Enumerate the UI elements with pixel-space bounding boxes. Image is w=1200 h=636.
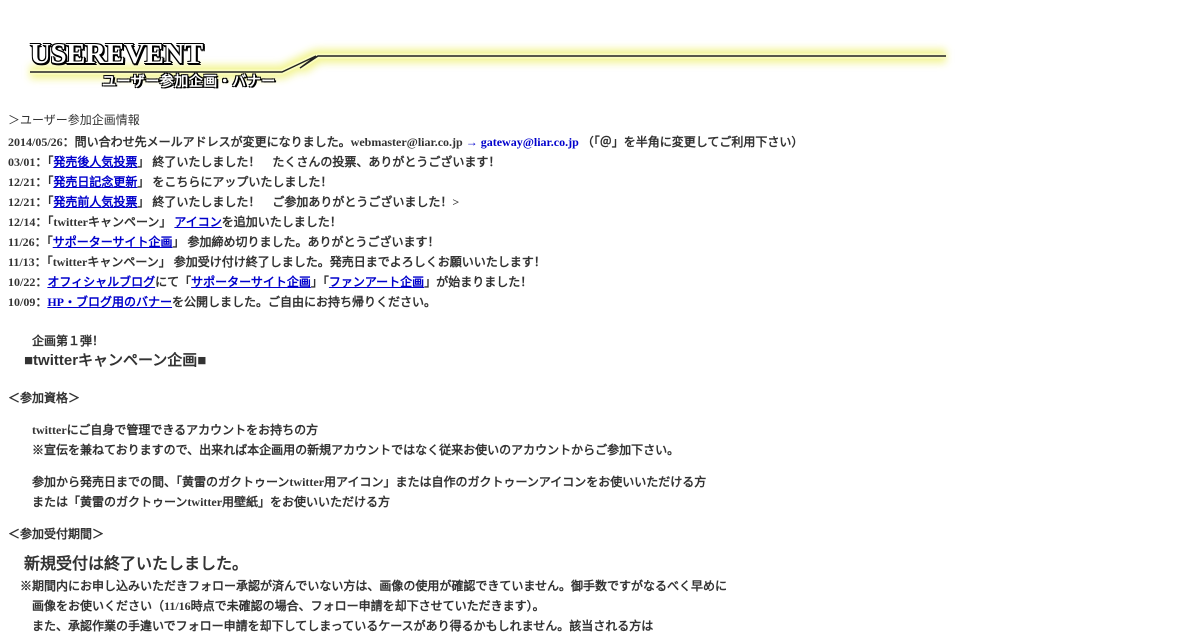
news-date: 12/21： [8, 175, 48, 189]
news-text: 」「 [310, 275, 329, 289]
news-item: 10/22：オフィシャルブログにて「サポーターサイト企画」「ファンアート企画」が… [8, 272, 1188, 292]
eligibility-text: ※宣伝を兼ねておりますので、出来れば本企画用の新規アカウントではなく従来お使いの… [32, 443, 680, 457]
page-banner: USEREVENT ユーザー参加企画・バナー [0, 0, 1200, 110]
news-item: 2014/05/26：問い合わせ先メールアドレスが変更になりました。webmas… [8, 132, 1188, 152]
news-item: 10/09：HP・ブログ用のバナーを公開しました。ご自由にお持ち帰りください。 [8, 292, 1188, 312]
icon-link[interactable]: アイコン [174, 215, 221, 229]
eligibility-heading: ＜参加資格＞ [8, 391, 81, 405]
official-blog-link[interactable]: オフィシャルブログ [47, 275, 155, 289]
news-text: 「twitterキャンペーン」 [47, 215, 175, 229]
period-note: ※期間内にお申し込みいただきフォロー承認が済んでいない方は、画像の使用が確認でき… [20, 579, 728, 593]
news-date: 10/22： [8, 275, 48, 289]
news-text: 」 をこちらにアップいたしました！ [137, 175, 333, 189]
news-text: を公開しました。ご自由にお持ち帰りください。 [172, 295, 437, 309]
period-note: 画像をお使いください（11/16時点で未確認の場合、フォロー申請を却下させていた… [32, 599, 545, 613]
news-text: 」 参加締め切りました。ありがとうございます！ [172, 235, 440, 249]
eligibility-text: または「黄雷のガクトゥーンtwitter用壁紙」をお使いいただける方 [32, 495, 391, 509]
news-text: 問い合わせ先メールアドレスが変更になりました。webmaster@liar.co… [74, 135, 463, 149]
banner-title-en: USEREVENT [30, 38, 203, 70]
supporter-site-link[interactable]: サポーターサイト企画 [191, 275, 311, 289]
news-note: （「＠」を半角に変更してご利用下さい） [581, 135, 804, 149]
news-date: 03/01： [8, 155, 48, 169]
news-text: を追加いたしました！ [221, 215, 342, 229]
news-text: 」 終了いたしました！ ご参加ありがとうございました！> [137, 195, 460, 209]
main-content: ＞ユーザー参加企画情報 2014/05/26：問い合わせ先メールアドレスが変更に… [8, 112, 1188, 636]
news-item: 03/01：「発売後人気投票」 終了いたしました！ たくさんの投票、ありがとうご… [8, 152, 1188, 172]
arrow-glyph: → [465, 135, 478, 149]
supporter-site-link[interactable]: サポーターサイト企画 [53, 235, 173, 249]
news-text: 」が始まりました！ [424, 275, 533, 289]
post-release-vote-link[interactable]: 発売後人気投票 [53, 155, 137, 169]
news-date: 10/09： [8, 295, 48, 309]
banner-download-link[interactable]: HP・ブログ用のバナー [47, 295, 172, 309]
pre-release-vote-link[interactable]: 発売前人気投票 [53, 195, 137, 209]
news-date: 2014/05/26： [8, 135, 75, 149]
news-date: 12/21： [8, 195, 48, 209]
release-day-update-link[interactable]: 発売日記念更新 [53, 175, 137, 189]
banner-title-jp: ユーザー参加企画・バナー [102, 74, 276, 90]
eligibility-text: twitterにご自身で管理できるアカウントをお持ちの方 [32, 423, 319, 437]
news-date: 11/13： [8, 255, 47, 269]
news-date: 12/14： [8, 215, 48, 229]
period-heading: ＜参加受付期間＞ [8, 527, 105, 541]
campaign-subtitle: 企画第１弾！ [32, 334, 105, 348]
news-text: 」 終了いたしました！ たくさんの投票、ありがとうございます！ [137, 155, 501, 169]
fan-art-link[interactable]: ファンアート企画 [329, 275, 424, 289]
campaign-title: ■twitterキャンペーン企画■ [24, 352, 207, 369]
news-item: 12/21：「発売日記念更新」 をこちらにアップいたしました！ [8, 172, 1188, 192]
news-item: 12/14：「twitterキャンペーン」 アイコンを追加いたしました！ [8, 212, 1188, 232]
eligibility-text: 参加から発売日までの間、「黄雷のガクトゥーンtwitter用アイコン」または自作… [32, 475, 707, 489]
breadcrumb: ＞ユーザー参加企画情報 [8, 113, 140, 127]
news-text: 「twitterキャンペーン」 参加受け付け終了しました。発売日までよろしくお願… [46, 255, 546, 269]
news-item: 11/13：「twitterキャンペーン」 参加受け付け終了しました。発売日まで… [8, 252, 1188, 272]
news-date: 11/26： [8, 235, 47, 249]
closed-notice: 新規受付は終了いたしました。 [24, 556, 249, 573]
news-item: 11/26：「サポーターサイト企画」 参加締め切りました。ありがとうございます！ [8, 232, 1188, 252]
news-item: 12/21：「発売前人気投票」 終了いたしました！ ご参加ありがとうございました… [8, 192, 1188, 212]
news-text: にて「 [155, 275, 192, 289]
news-list: 2014/05/26：問い合わせ先メールアドレスが変更になりました。webmas… [8, 132, 1188, 312]
period-note: また、承認作業の手違いでフォロー申請を却下してしまっているケースがあり得るかもし… [32, 619, 654, 633]
contact-email: gateway@liar.co.jp [480, 135, 579, 149]
